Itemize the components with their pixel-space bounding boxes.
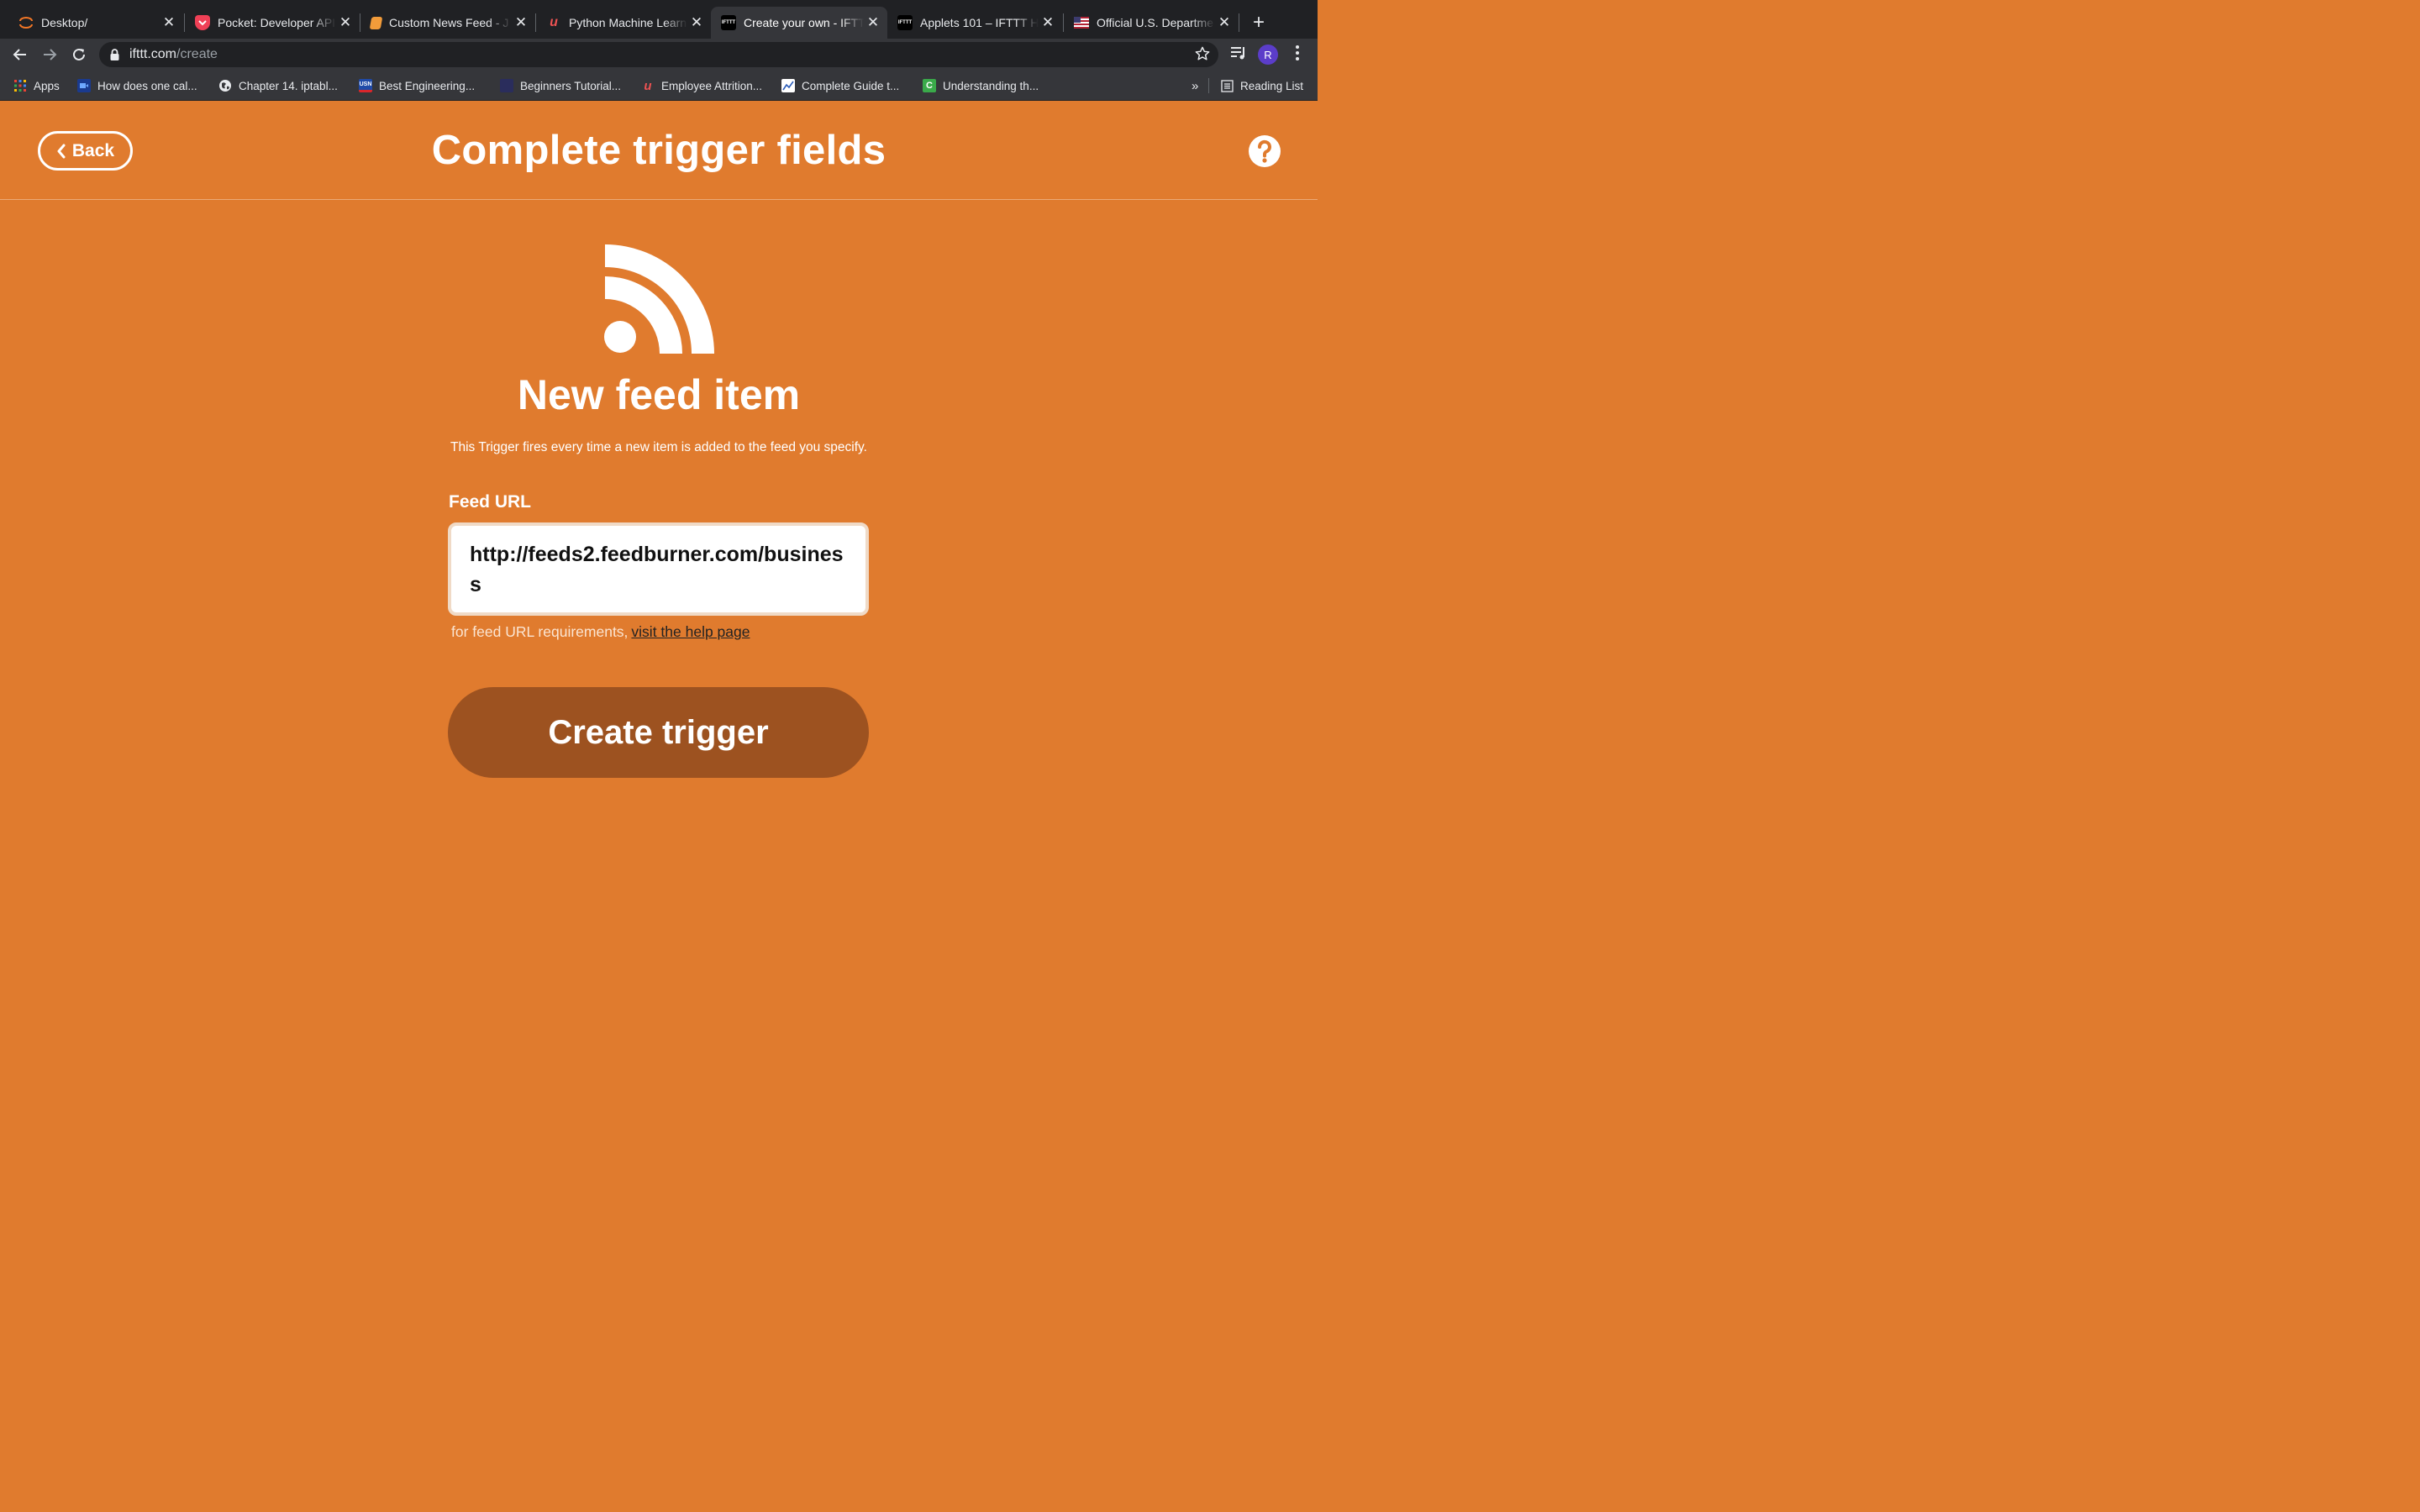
ifttt-page: Back Complete trigger fields New feed it… [0,102,1318,823]
bookmark-star-icon[interactable] [1195,46,1210,66]
trigger-title: New feed item [517,371,801,418]
url-text: ifttt.com/create [129,47,218,62]
trigger-description: This Trigger fires every time a new item… [450,440,867,454]
new-tab-button[interactable]: + [1249,11,1268,34]
bookmark-understanding[interactable]: C Understanding th... [923,77,1039,94]
blank-page-icon [500,79,513,92]
tab-strip: Desktop/ ✕ Pocket: Developer API ✕ Custo… [0,0,1318,39]
bookmark-label: Understanding th... [943,79,1039,92]
tab-custom-news-feed[interactable]: Custom News Feed - J ✕ [352,7,535,39]
bookmark-employee-attrition[interactable]: u Employee Attrition... [641,77,762,94]
bookmark-label: How does one cal... [97,79,197,92]
tab-title: Create your own - IFTT [744,16,864,29]
udemy-icon: u [644,78,652,93]
ifttt-icon: IFTTT [897,15,913,30]
bookmark-best-engineering[interactable]: USN Best Engineering... [359,77,475,94]
tab-title: Desktop/ [41,16,88,29]
close-icon[interactable]: ✕ [687,14,706,31]
udemy-icon: u [550,15,558,29]
profile-initial: R [1264,48,1272,61]
feed-url-label: Feed URL [449,492,532,512]
us-flag-icon [1074,15,1089,30]
rss-feed-icon [603,244,714,354]
chart-icon [781,79,795,92]
tab-title: Official U.S. Departme [1097,16,1214,29]
usn-icon: USN [359,79,372,92]
reload-icon[interactable] [68,44,90,66]
tab-applets-101[interactable]: IFTTT Applets 101 – IFTTT He ✕ [879,7,1062,39]
apps-grid-icon [13,79,27,92]
page-title: Complete trigger fields [431,128,886,173]
profile-avatar[interactable]: R [1258,45,1278,65]
back-arrow-icon[interactable] [9,44,31,66]
bookmark-label: Apps [34,79,60,92]
bookmark-label: Chapter 14. iptabl... [239,79,338,92]
bookmark-label: Complete Guide t... [802,79,900,92]
forward-arrow-icon[interactable] [39,44,60,66]
bookmarks-divider [1208,78,1209,93]
tab-title: Python Machine Learni [569,16,687,29]
pocket-icon [195,15,210,30]
bookmarks-bar: Apps How does one cal... Chapter 14. ipt… [0,71,1318,101]
tab-desktop[interactable]: Desktop/ ✕ [0,7,183,39]
ifttt-icon: IFTTT [721,15,736,30]
help-icon[interactable] [1248,134,1281,168]
globe-icon [218,79,232,92]
tab-title: Pocket: Developer API [218,16,336,29]
video-icon [77,79,91,92]
close-icon[interactable]: ✕ [160,14,178,31]
bookmark-label: Employee Attrition... [661,79,763,92]
bookmark-iptables[interactable]: Chapter 14. iptabl... [218,77,338,94]
c-icon: C [923,79,936,92]
bookmark-apps[interactable]: Apps [13,77,60,94]
address-bar[interactable]: ifttt.com/create [99,42,1218,67]
tab-title: Custom News Feed - J [389,16,509,29]
overflow-chevron-icon: » [1192,78,1199,93]
hint-text: for feed URL requirements, [451,623,629,640]
media-control-icon[interactable] [1229,44,1248,66]
bookmark-how-does-one[interactable]: How does one cal... [77,77,197,94]
url-host: ifttt.com [129,47,177,61]
tab-us-department[interactable]: Official U.S. Departme ✕ [1055,7,1239,39]
close-icon[interactable]: ✕ [1039,14,1057,31]
jupyter-icon [18,15,34,30]
browser-toolbar: ifttt.com/create R [0,39,1318,71]
tab-python-ml[interactable]: u Python Machine Learni ✕ [528,7,711,39]
feed-url-input[interactable]: http://feeds2.feedburner.com/business [470,539,847,606]
url-path: /create [176,47,218,61]
create-trigger-button[interactable]: Create trigger [448,687,869,778]
bookmark-complete-guide[interactable]: Complete Guide t... [781,77,899,94]
lock-icon [110,49,119,65]
reading-list-button[interactable]: Reading List [1220,77,1303,94]
reading-list-icon [1220,79,1234,92]
feed-url-hint: for feed URL requirements, visit the help… [451,623,750,641]
tab-create-ifttt[interactable]: IFTTT Create your own - IFTT ✕ [711,7,887,39]
header-divider [0,199,1318,200]
bookmark-beginners-tutorial[interactable]: Beginners Tutorial... [500,77,621,94]
bookmark-label: Beginners Tutorial... [520,79,622,92]
bookmark-label: Best Engineering... [379,79,476,92]
notebook-icon [369,16,383,29]
reading-list-label: Reading List [1240,79,1304,92]
close-icon[interactable]: ✕ [1215,14,1234,31]
tab-pocket[interactable]: Pocket: Developer API ✕ [176,7,360,39]
feed-url-field-container: http://feeds2.feedburner.com/business [448,522,869,616]
kebab-menu-icon[interactable] [1289,44,1306,66]
tab-title: Applets 101 – IFTTT He [920,16,1039,29]
bookmarks-overflow-button[interactable]: » [1192,77,1198,94]
help-page-link[interactable]: visit the help page [631,623,750,640]
